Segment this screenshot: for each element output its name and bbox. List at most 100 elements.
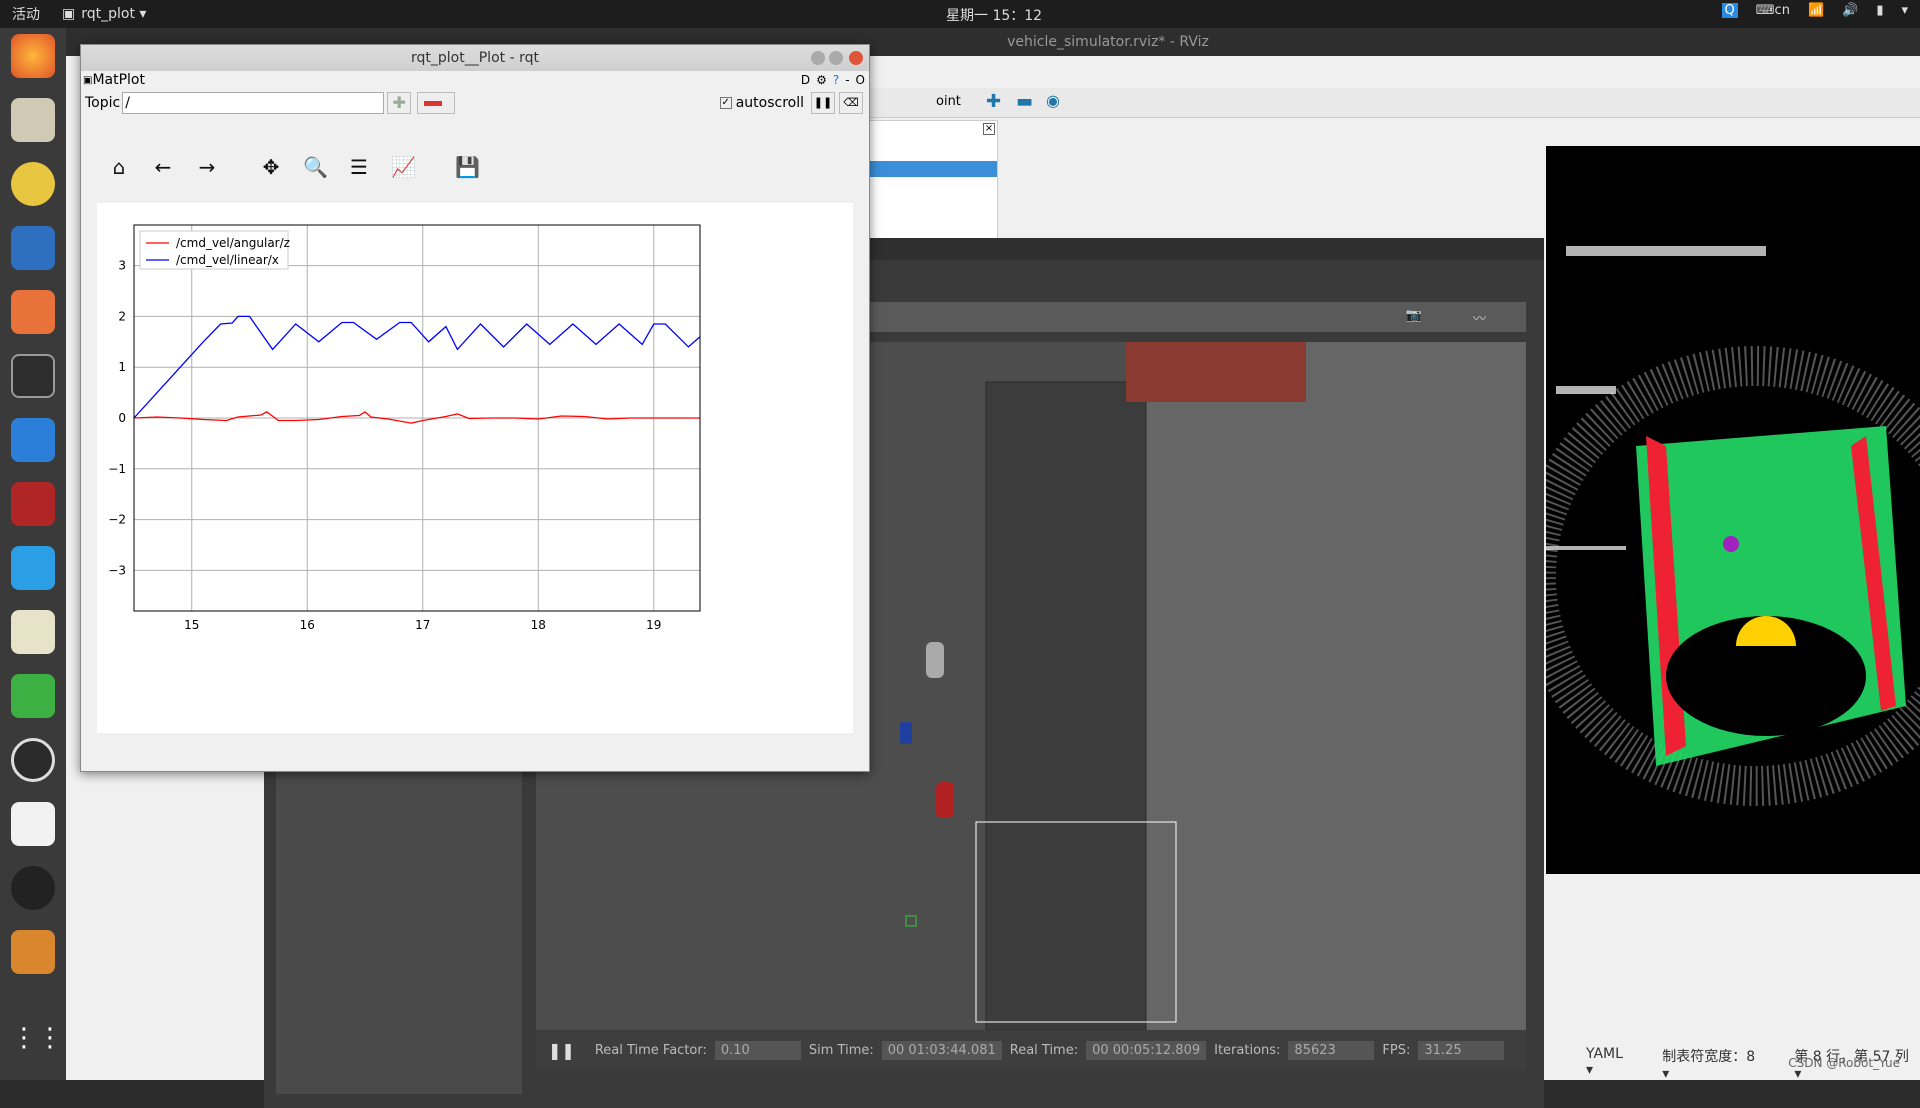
- dock: ⋮⋮: [0, 28, 66, 1080]
- qt-creator-icon[interactable]: [11, 674, 55, 718]
- terminator-icon[interactable]: [11, 482, 55, 526]
- home-icon[interactable]: ⌂: [107, 155, 131, 179]
- clear-plot-button[interactable]: ⌫: [839, 92, 863, 114]
- plot-toolbar: ⌂ ← → ✥ 🔍 ☰ 📈 💾: [107, 155, 480, 179]
- rqt-titlebar[interactable]: rqt_plot__Plot - rqt: [81, 45, 869, 71]
- displays-panel: ×: [862, 120, 998, 240]
- rqt-title: rqt_plot__Plot - rqt: [411, 50, 539, 66]
- plugin-header: ▣ MatPlot D ⚙? - O: [81, 71, 869, 89]
- pan-icon[interactable]: ✥: [259, 155, 283, 179]
- help-icon[interactable]: ?: [833, 73, 839, 87]
- rviz-tool-fragment[interactable]: oint: [936, 94, 961, 109]
- maximize-button[interactable]: [829, 51, 843, 65]
- configure-icon[interactable]: ☰: [347, 155, 371, 179]
- iterations-value: 85623: [1288, 1040, 1375, 1060]
- topic-row: Topic ✚ ✓autoscroll ❚❚ ⌫: [81, 89, 869, 117]
- pause-button[interactable]: ❚❚: [548, 1041, 575, 1060]
- y-tick-label: 2: [118, 309, 126, 323]
- system-tray[interactable]: Q ⌨cn 📶 🔊 ▮ ▾: [1721, 3, 1908, 18]
- plot-icon[interactable]: 〰: [1473, 308, 1486, 327]
- plot-canvas[interactable]: 15 16 17 18 19 3 2 1 0 −1 −2 −3/cmd_vel/angular/z/c…: [97, 203, 853, 733]
- power-menu-icon[interactable]: ▾: [1901, 3, 1908, 18]
- volume-icon[interactable]: 🔊: [1842, 3, 1858, 18]
- pause-plot-button[interactable]: ❚❚: [811, 92, 835, 114]
- selected-display-row[interactable]: [863, 161, 997, 177]
- screenshot-icon[interactable]: 📷: [1406, 308, 1422, 323]
- activities-button[interactable]: 活动: [12, 4, 40, 24]
- pointcloud-render: [1516, 246, 1920, 806]
- firefox-icon[interactable]: [11, 34, 55, 78]
- software-icon[interactable]: [11, 290, 55, 334]
- sim-time-value: 00 01:03:44.081: [881, 1040, 1002, 1060]
- obs-icon[interactable]: [11, 738, 55, 782]
- x-tick-label: 19: [646, 618, 661, 632]
- clock[interactable]: 星期一 15：12: [946, 5, 1042, 25]
- text-editor-icon[interactable]: [11, 610, 55, 654]
- autoscroll-checkbox[interactable]: ✓: [719, 97, 732, 109]
- autoscroll-label: autoscroll: [735, 95, 804, 111]
- app-menu[interactable]: ▣ rqt_plot ▾: [62, 6, 146, 22]
- d-button[interactable]: D: [801, 73, 810, 87]
- qq-icon[interactable]: [11, 546, 55, 590]
- rtf-label: Real Time Factor:: [594, 1042, 707, 1058]
- save-icon[interactable]: 💾: [455, 155, 480, 179]
- sublime-icon[interactable]: [11, 930, 55, 974]
- add-topic-button[interactable]: ✚: [387, 92, 412, 114]
- fps-value: 31.25: [1418, 1040, 1505, 1060]
- autoscroll-toggle[interactable]: ✓ autoscroll: [719, 95, 804, 111]
- plugin-title: MatPlot: [92, 72, 145, 88]
- displays-close-icon[interactable]: ×: [983, 123, 995, 135]
- tab-width-selector[interactable]: 制表符宽度：8 ▾: [1662, 1046, 1766, 1082]
- qq-penguin-icon[interactable]: [11, 866, 55, 910]
- gazebo-statusbar: ❚❚ Real Time Factor: 0.10 Sim Time: 00 01:…: [536, 1030, 1526, 1070]
- x-tick-label: 18: [531, 618, 546, 632]
- x-tick-label: 17: [415, 618, 430, 632]
- gear-icon[interactable]: ⚙: [816, 73, 827, 87]
- syntax-selector[interactable]: YAML ▾: [1586, 1046, 1634, 1082]
- rtf-value: 0.10: [714, 1040, 801, 1060]
- vscode-icon[interactable]: [11, 418, 55, 462]
- plugin-icon: ▣: [83, 74, 93, 86]
- legend-label: /cmd_vel/angular/z: [176, 236, 290, 250]
- files-icon[interactable]: [11, 98, 55, 142]
- real-time-label: Real Time:: [1009, 1042, 1079, 1058]
- topic-label: Topic: [85, 95, 121, 111]
- close-button[interactable]: [849, 51, 863, 65]
- forward-icon[interactable]: →: [195, 155, 219, 179]
- top-bar: 活动 ▣ rqt_plot ▾ 星期一 15：12 Q ⌨cn 📶 🔊 ▮ ▾: [0, 0, 1920, 28]
- zoom-icon[interactable]: 🔍: [303, 155, 328, 179]
- x-tick-label: 15: [184, 618, 199, 632]
- eye-icon[interactable]: ◉: [1046, 91, 1060, 110]
- rhythmbox-icon[interactable]: [11, 162, 55, 206]
- sim-time-label: Sim Time:: [808, 1042, 874, 1058]
- watermark: CSDN @Robot_Yue: [1788, 1056, 1900, 1070]
- battery-icon[interactable]: ▮: [1876, 3, 1883, 18]
- y-tick-label: 0: [118, 411, 126, 425]
- y-tick-label: 1: [118, 360, 126, 374]
- y-tick-label: −3: [108, 563, 126, 577]
- iterations-label: Iterations:: [1214, 1042, 1281, 1058]
- y-tick-label: −1: [108, 462, 126, 476]
- hide-button[interactable]: -: [845, 73, 849, 87]
- wifi-icon[interactable]: 📶: [1808, 3, 1824, 18]
- qq-tray-icon[interactable]: Q: [1721, 3, 1738, 18]
- zoom-out-icon[interactable]: ▬: [1016, 91, 1033, 112]
- app-menu-label: rqt_plot ▾: [81, 6, 147, 22]
- zoom-in-icon[interactable]: ✚: [986, 91, 1001, 112]
- writer-icon[interactable]: [11, 226, 55, 270]
- back-icon[interactable]: ←: [151, 155, 175, 179]
- show-apps-icon[interactable]: ⋮⋮: [11, 1016, 63, 1060]
- keyboard-icon[interactable]: ⌨cn: [1756, 3, 1790, 18]
- x-tick-label: 16: [300, 618, 315, 632]
- y-tick-label: −2: [108, 513, 126, 527]
- close-plugin-button[interactable]: O: [856, 73, 865, 87]
- minimize-button[interactable]: [811, 51, 825, 65]
- topic-input[interactable]: [122, 92, 385, 114]
- input-language: cn: [1774, 3, 1790, 18]
- typora-icon[interactable]: [11, 802, 55, 846]
- edit-curves-icon[interactable]: 📈: [391, 155, 416, 179]
- y-tick-label: 3: [118, 259, 126, 273]
- remove-topic-button[interactable]: [417, 92, 456, 114]
- terminal-icon[interactable]: [11, 354, 55, 398]
- pointcloud-view[interactable]: [1516, 146, 1920, 874]
